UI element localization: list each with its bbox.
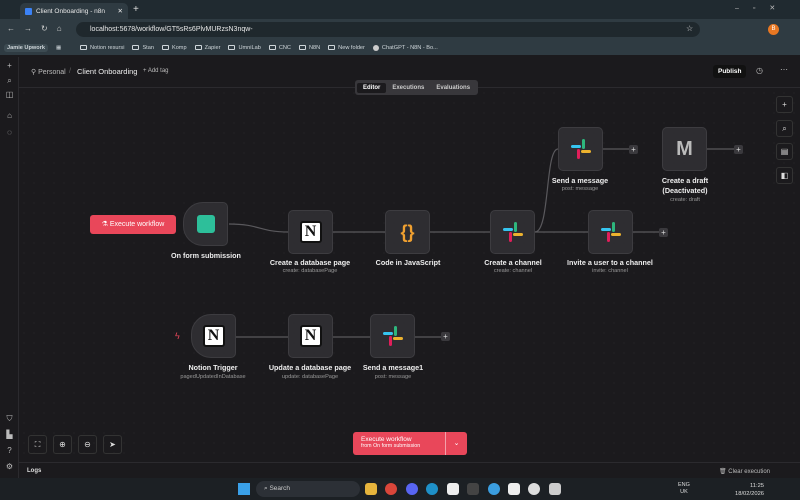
trigger-bolt-icon: ϟ [175,331,180,341]
node-label: Send a message1 [362,363,424,372]
chrome-icon[interactable] [385,483,397,495]
execute-sublabel: from On form submission [361,443,421,449]
add-node-button[interactable]: + [659,228,668,237]
node-code[interactable]: {} [385,210,430,254]
slack-icon [570,139,591,159]
execute-workflow-button[interactable]: Execute workflow from On form submission… [353,432,467,455]
file-explorer-icon[interactable] [365,483,377,495]
fit-view-button[interactable]: ⛶ [28,435,47,454]
chevron-down-icon[interactable]: ⌄ [446,432,467,455]
app-icon[interactable] [488,483,500,495]
node-send-message[interactable] [558,127,603,171]
zoom-out-button[interactable]: ⊖ [78,435,97,454]
sticky-note-button[interactable]: ▤ [776,143,793,160]
node-notion-trigger[interactable]: N [191,314,236,358]
notion-icon: N [299,325,322,347]
notion-app-icon[interactable] [508,483,520,495]
add-node-button[interactable]: + [734,145,743,154]
add-node-button[interactable]: + [629,145,638,154]
node-invite-user[interactable] [588,210,633,254]
logs-bar[interactable]: Logs 🗑 Clear execution [19,462,800,478]
node-update-database-page[interactable]: N [288,314,333,358]
language-indicator[interactable]: ENG UK [678,482,690,496]
node-create-channel[interactable] [490,210,535,254]
ai-panel-button[interactable]: ◧ [776,167,793,184]
execute-workflow-node-button[interactable]: ⚗ Execute workflow [90,215,176,234]
node-subtitle: create: draft [670,197,700,203]
node-create-database-page[interactable]: N [288,210,333,254]
notion-icon: N [202,325,225,347]
add-node-button[interactable]: + [441,332,450,341]
slack-icon [382,326,403,346]
clock[interactable]: 11:25 18/02/2026 [735,482,764,498]
clear-execution-button[interactable]: 🗑 Clear execution [719,468,770,475]
gmail-icon: M [676,137,693,160]
zoom-in-button[interactable]: ⊕ [53,435,72,454]
active-app-icon[interactable] [549,483,561,495]
node-label: Invite a user to a channel [567,258,653,267]
slack-icon [600,222,621,242]
node-subtitle: create: databasePage [282,268,338,274]
pointer-tool-button[interactable]: ➤ [103,435,122,454]
slack-icon [502,222,523,242]
add-node-panel-button[interactable]: + [776,96,793,113]
connection [228,223,289,233]
node-subtitle: post: message [374,374,412,380]
slack-app-icon[interactable] [528,483,540,495]
taskbar-search[interactable]: ⌕ Search [256,481,360,497]
search-nodes-button[interactable]: ⌕ [776,120,793,137]
notion-app-icon[interactable] [447,483,459,495]
execute-label: Execute workflow [361,436,412,443]
node-label: Create a draft [661,176,709,185]
edge-icon[interactable] [426,483,438,495]
discord-icon[interactable] [406,483,418,495]
logs-label: Logs [27,468,42,474]
node-deactivated-label: (Deactivated) [662,186,708,195]
code-braces-icon: {} [400,221,415,242]
node-form-trigger[interactable] [183,202,228,246]
form-icon [196,215,215,233]
node-create-draft[interactable]: M [662,127,707,171]
node-send-message1[interactable] [370,314,415,358]
terminal-icon[interactable] [467,483,479,495]
notion-icon: N [299,221,322,243]
node-subtitle: invite: channel [592,268,628,274]
windows-start-icon[interactable] [238,483,250,495]
